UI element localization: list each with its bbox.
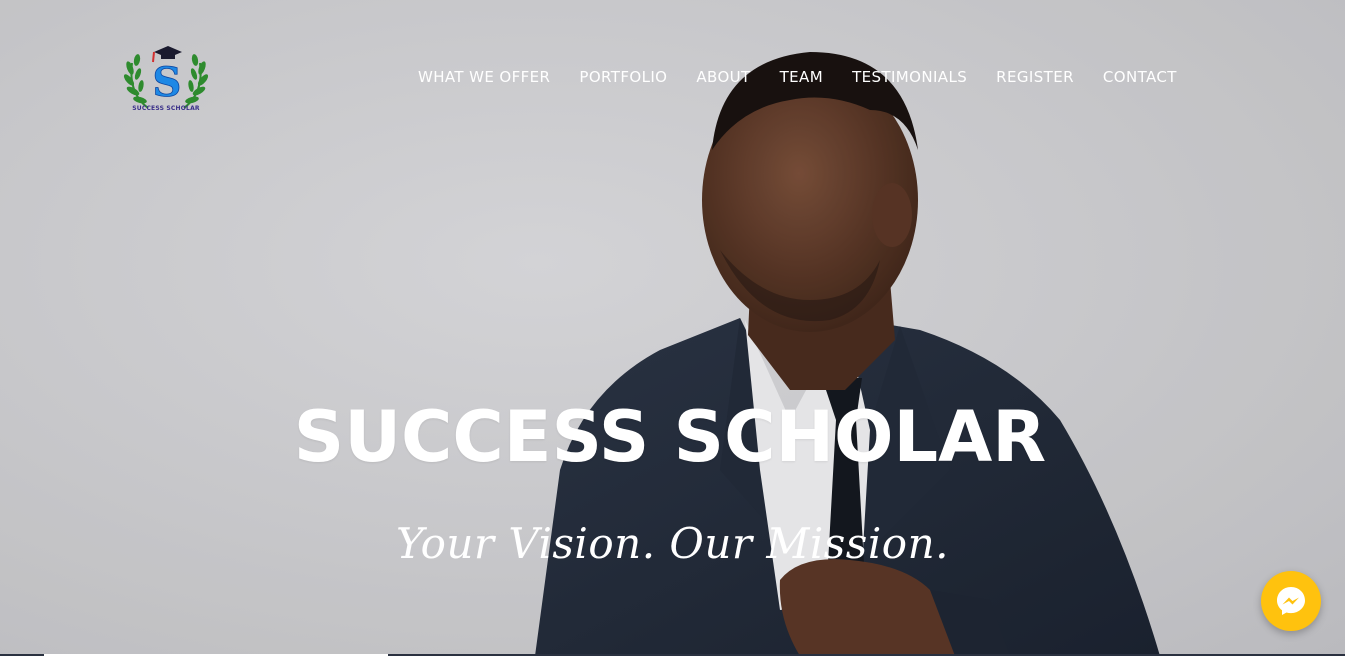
hero-section: S SUCCESS SCHOLAR WHAT WE OFFER PORTFOLI…: [0, 0, 1345, 656]
messenger-chat-button[interactable]: [1261, 571, 1321, 631]
nav-item-register[interactable]: REGISTER: [996, 66, 1074, 88]
nav-item-portfolio[interactable]: PORTFOLIO: [579, 66, 667, 88]
logo-caption: SUCCESS SCHOLAR: [132, 105, 200, 112]
nav-item-testimonials[interactable]: TESTIMONIALS: [852, 66, 967, 88]
site-logo[interactable]: S SUCCESS SCHOLAR: [118, 38, 214, 122]
main-navigation: WHAT WE OFFER PORTFOLIO ABOUT TEAM TESTI…: [418, 66, 1177, 88]
nav-item-what-we-offer[interactable]: WHAT WE OFFER: [418, 66, 550, 88]
hero-title: SUCCESS SCHOLAR: [293, 396, 1047, 478]
nav-item-about[interactable]: ABOUT: [696, 66, 750, 88]
nav-item-contact[interactable]: CONTACT: [1103, 66, 1177, 88]
nav-item-team[interactable]: TEAM: [780, 66, 823, 88]
messenger-icon: [1277, 587, 1305, 615]
hero-tagline: Your Vision. Our Mission.: [396, 519, 949, 568]
svg-text:S: S: [153, 59, 182, 106]
